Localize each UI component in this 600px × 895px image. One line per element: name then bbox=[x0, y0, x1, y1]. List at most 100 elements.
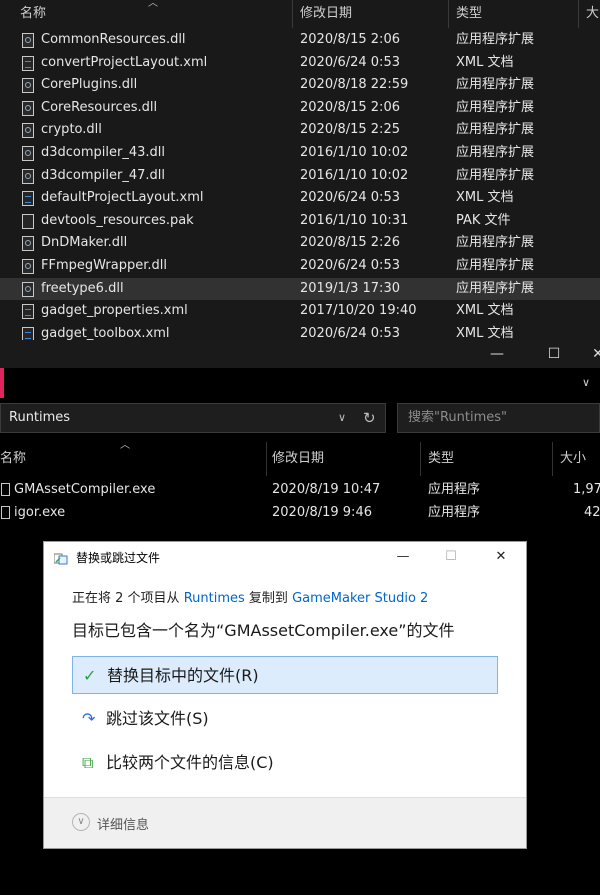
file-type: 应用程序 bbox=[428, 505, 481, 520]
window-titlebar: — ☐ ✕ bbox=[0, 340, 600, 368]
file-name: d3dcompiler_43.dll bbox=[41, 145, 166, 160]
column-header-type[interactable]: 类型 bbox=[456, 0, 576, 28]
file-date: 2020/6/24 0:53 bbox=[300, 54, 400, 70]
maximize-button[interactable]: ☐ bbox=[531, 340, 577, 368]
conflict-message: 目标已包含一个名为“GMAssetCompiler.exe”的文件 bbox=[72, 621, 455, 640]
file-date: 2020/8/15 2:06 bbox=[300, 99, 400, 115]
table-row[interactable]: devtools_resources.pak 2016/1/10 10:31 PAK… bbox=[0, 210, 600, 232]
column-separator bbox=[266, 442, 267, 476]
refresh-icon[interactable]: ↻ bbox=[363, 404, 376, 432]
file-date: 2020/6/24 0:53 bbox=[300, 325, 400, 340]
exe-file-icon bbox=[1, 506, 10, 519]
file-type: 应用程序扩展 bbox=[456, 145, 535, 160]
file-name: freetype6.dll bbox=[41, 280, 124, 296]
top-explorer-window: ︿ 名称 修改日期 类型 大 CommonResources.dll 2020/8… bbox=[0, 0, 600, 340]
compare-files-option[interactable]: ⧉ 比较两个文件的信息(C) bbox=[72, 744, 498, 782]
column-header-size[interactable]: 大小 bbox=[560, 442, 586, 476]
file-date: 2020/8/15 2:25 bbox=[300, 122, 400, 138]
file-date: 2020/8/19 10:47 bbox=[272, 482, 381, 497]
dialog-minimize-button[interactable]: — bbox=[380, 544, 426, 570]
file-date: 2020/6/24 0:53 bbox=[300, 190, 400, 206]
column-header-size[interactable]: 大 bbox=[586, 0, 600, 28]
xml-file-icon bbox=[22, 326, 34, 340]
table-row[interactable]: CorePlugins.dll 2020/8/18 22:59 应用程序扩展 bbox=[0, 74, 600, 96]
dll-file-icon bbox=[22, 100, 34, 116]
file-type: 应用程序扩展 bbox=[456, 32, 535, 47]
dialog-footer: ∨ 详细信息 bbox=[44, 797, 526, 848]
table-row[interactable]: crypto.dll 2020/8/15 2:25 应用程序扩展 bbox=[0, 119, 600, 141]
dll-file-icon bbox=[22, 33, 34, 48]
expand-ribbon-icon[interactable]: ∨ bbox=[582, 376, 590, 389]
dll-file-icon bbox=[22, 146, 34, 161]
table-row[interactable]: GMAssetCompiler.exe 2020/8/19 10:47 应用程序… bbox=[0, 479, 600, 501]
column-header-type[interactable]: 类型 bbox=[428, 442, 454, 476]
file-name: convertProjectLayout.xml bbox=[41, 54, 208, 70]
expand-details-icon[interactable]: ∨ bbox=[72, 813, 90, 831]
close-button[interactable]: ✕ bbox=[575, 340, 600, 368]
table-row[interactable]: freetype6.dll 2019/1/3 17:30 应用程序扩展 bbox=[0, 277, 600, 300]
file-date: 2016/1/10 10:02 bbox=[300, 145, 409, 160]
skip-file-option[interactable]: ↷ 跳过该文件(S) bbox=[72, 700, 498, 738]
table-row[interactable]: convertProjectLayout.xml 2020/6/24 0:53 XM… bbox=[0, 52, 600, 74]
table-row[interactable]: gadget_properties.xml 2017/10/20 19:40 XML… bbox=[0, 300, 600, 322]
file-name: CorePlugins.dll bbox=[41, 77, 138, 93]
dll-file-icon bbox=[22, 281, 34, 297]
file-name: FFmpegWrapper.dll bbox=[41, 258, 167, 273]
file-name: devtools_resources.pak bbox=[41, 212, 194, 228]
file-name: crypto.dll bbox=[41, 122, 102, 138]
minimize-button[interactable]: — bbox=[474, 340, 520, 368]
table-row[interactable]: FFmpegWrapper.dll 2020/6/24 0:53 应用程序扩展 bbox=[0, 255, 600, 277]
table-row[interactable]: gadget_toolbox.xml 2020/6/24 0:53 XML 文档 bbox=[0, 323, 600, 340]
table-row[interactable]: d3dcompiler_43.dll 2016/1/10 10:02 应用程序扩展 bbox=[0, 142, 600, 164]
file-name: d3dcompiler_47.dll bbox=[41, 167, 166, 183]
dll-file-icon bbox=[22, 236, 34, 252]
file-date: 2019/1/3 17:30 bbox=[300, 280, 400, 296]
column-separator bbox=[552, 442, 553, 476]
address-bar[interactable]: Runtimes ∨ ↻ bbox=[0, 403, 386, 433]
file-type: PAK 文件 bbox=[456, 212, 511, 228]
search-input[interactable]: 搜索"Runtimes" bbox=[397, 403, 600, 433]
address-path: Runtimes bbox=[9, 410, 71, 425]
dll-file-icon bbox=[22, 168, 34, 184]
chevron-down-icon[interactable]: ∨ bbox=[338, 404, 346, 432]
file-date: 2017/10/20 19:40 bbox=[300, 303, 417, 319]
file-date: 2016/1/10 10:02 bbox=[300, 167, 409, 183]
file-date: 2020/8/15 2:06 bbox=[300, 32, 400, 47]
dll-file-icon bbox=[22, 259, 34, 274]
dialog-title: 替换或跳过文件 bbox=[76, 551, 161, 565]
accent-strip bbox=[0, 368, 4, 398]
dialog-close-button[interactable]: ✕ bbox=[478, 544, 524, 570]
column-header-date[interactable]: 修改日期 bbox=[300, 0, 440, 28]
copy-files-icon bbox=[53, 550, 68, 565]
skip-arrow-icon: ↷ bbox=[82, 709, 96, 728]
file-date: 2020/6/24 0:53 bbox=[300, 258, 400, 273]
table-row[interactable]: defaultProjectLayout.xml 2020/6/24 0:53 XM… bbox=[0, 187, 600, 209]
file-type: 应用程序扩展 bbox=[456, 122, 535, 138]
column-header-date[interactable]: 修改日期 bbox=[272, 442, 324, 476]
destination-folder-link[interactable]: GameMaker Studio 2 bbox=[292, 591, 428, 606]
dialog-maximize-button: ☐ bbox=[445, 549, 457, 564]
sort-ascending-icon: ︿ bbox=[120, 440, 130, 451]
file-type: 应用程序扩展 bbox=[456, 258, 535, 273]
file-type: XML 文档 bbox=[456, 303, 514, 319]
table-row[interactable]: CoreResources.dll 2020/8/15 2:06 应用程序扩展 bbox=[0, 97, 600, 119]
column-separator bbox=[420, 442, 421, 476]
file-name: GMAssetCompiler.exe bbox=[14, 482, 156, 497]
file-name: defaultProjectLayout.xml bbox=[41, 190, 204, 206]
table-row[interactable]: DnDMaker.dll 2020/8/15 2:26 应用程序扩展 bbox=[0, 232, 600, 254]
file-name: gadget_toolbox.xml bbox=[41, 325, 170, 340]
replace-file-option[interactable]: ✓ 替换目标中的文件(R) bbox=[72, 656, 498, 694]
file-type: 应用程序扩展 bbox=[456, 99, 535, 115]
more-details-toggle[interactable]: 详细信息 bbox=[97, 814, 149, 833]
column-header-name[interactable]: 名称 bbox=[20, 0, 290, 28]
table-row[interactable]: CommonResources.dll 2020/8/15 2:06 应用程序扩展 bbox=[0, 29, 600, 51]
progress-prefix: 正在将 2 个项目从 bbox=[72, 591, 180, 606]
replace-or-skip-dialog: 替换或跳过文件 — ☐ ✕ 正在将 2 个项目从 Runtimes 复制到 Ga… bbox=[43, 541, 527, 849]
source-folder-link[interactable]: Runtimes bbox=[184, 591, 245, 606]
table-row[interactable]: igor.exe 2020/8/19 9:46 应用程序 42 bbox=[0, 502, 600, 524]
column-header-name[interactable]: 名称 bbox=[0, 442, 26, 476]
table-row[interactable]: d3dcompiler_47.dll 2016/1/10 10:02 应用程序扩展 bbox=[0, 165, 600, 187]
file-type: 应用程序 bbox=[428, 482, 481, 497]
file-date: 2020/8/15 2:26 bbox=[300, 235, 400, 251]
skip-option-label: 跳过该文件(S) bbox=[106, 709, 209, 728]
